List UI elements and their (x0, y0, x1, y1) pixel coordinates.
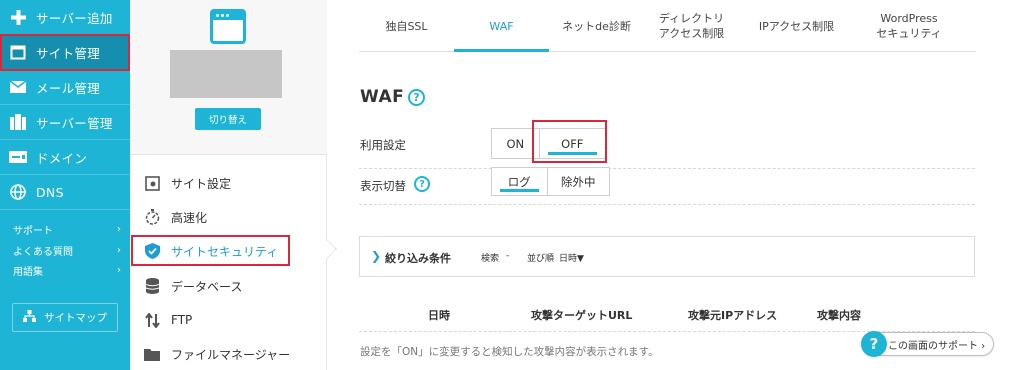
faq-link[interactable]: よくある質問 › (13, 241, 121, 259)
menu-label: データベース (171, 279, 243, 294)
sitemap-icon (23, 310, 36, 325)
site-preview-panel: 切り替え (130, 0, 327, 155)
search-value: - (506, 251, 510, 261)
menu-label: FTP (171, 313, 193, 327)
filter-panel[interactable]: ❯ 絞り込み条件 検索 - 並び順 日時▼ (359, 236, 975, 277)
nav-label: ドメイン (36, 150, 88, 166)
nav-item-add-server[interactable]: サーバー追加 (0, 0, 130, 35)
column-header-datetime: 日時 (428, 309, 450, 322)
tab-label: IPアクセス制限 (758, 19, 835, 33)
tab-label: 独自SSL (385, 19, 428, 33)
sitemap-label: サイトマップ (44, 312, 107, 324)
link-label: サポート (13, 225, 53, 237)
page-title: WAF (360, 87, 405, 107)
log-button[interactable]: ログ (492, 168, 548, 195)
plus-icon (0, 9, 36, 25)
usage-toggle: ON OFF (491, 128, 606, 159)
nav-item-site-management[interactable]: サイト管理 (0, 35, 130, 70)
menu-site-settings[interactable]: サイト設定 (144, 169, 324, 197)
link-label: 用語集 (13, 266, 43, 278)
nav-label: サーバー追加 (36, 10, 113, 26)
nav-label: メール管理 (36, 80, 101, 96)
chevron-right-icon: › (117, 244, 121, 256)
menu-label: サイト設定 (171, 176, 232, 191)
site-thumbnail (170, 50, 282, 98)
mail-icon (0, 81, 36, 93)
nav-item-mail-management[interactable]: メール管理 (0, 70, 130, 105)
sort-label: 並び順 (527, 254, 555, 264)
tab-wordpress-security[interactable]: WordPress セキュリティ (854, 0, 964, 52)
database-icon (144, 278, 160, 294)
tab-label-line2: アクセス制限 (658, 27, 725, 40)
tab-label-line2: セキュリティ (876, 27, 942, 40)
link-label: よくある質問 (13, 246, 73, 258)
help-icon[interactable]: ? (414, 176, 430, 192)
server-icon (0, 114, 36, 130)
stopwatch-icon (144, 209, 160, 225)
settings-icon (144, 175, 160, 191)
question-icon: ? (861, 331, 887, 357)
sitemap-button[interactable]: サイトマップ (12, 303, 118, 332)
chevron-right-icon: ❯ (371, 249, 382, 263)
column-header-source-ip: 攻撃元IPアドレス (688, 309, 778, 322)
shield-icon (144, 243, 160, 259)
tab-label-multiline: ディレクトリ アクセス制限 (659, 11, 724, 41)
help-icon[interactable]: ? (408, 89, 425, 106)
nav-item-dns[interactable]: DNS (0, 175, 130, 210)
tab-ip-access[interactable]: IPアクセス制限 (739, 0, 854, 52)
menu-site-security[interactable]: サイトセキュリティ (144, 237, 324, 265)
tab-waf[interactable]: WAF (454, 0, 549, 52)
tab-ssl[interactable]: 独自SSL (359, 0, 454, 52)
folder-icon (144, 347, 160, 361)
chevron-right-icon: › (117, 264, 121, 276)
transfer-icon (144, 312, 160, 328)
on-button[interactable]: ON (492, 129, 540, 158)
support-label: この画面のサポート › (888, 340, 986, 352)
sort-value: 日時▼ (559, 254, 584, 264)
divider (359, 204, 975, 205)
glossary-link[interactable]: 用語集 › (13, 261, 121, 279)
security-tabs: 独自SSL WAF ネットde診断 ディレクトリ アクセス制限 IPアクセス制限… (359, 0, 975, 52)
tab-label: WAF (489, 19, 514, 33)
off-button[interactable]: OFF (540, 129, 605, 158)
menu-ftp[interactable]: FTP (144, 306, 324, 334)
nav-label: サイト管理 (36, 45, 101, 61)
usage-setting-label: 利用設定 (360, 138, 406, 152)
site-window-icon (210, 9, 246, 44)
tab-label-line1: ディレクトリ (658, 12, 725, 25)
menu-label: サイトセキュリティ (171, 244, 279, 259)
nav-item-domain[interactable]: ドメイン (0, 140, 130, 175)
display-toggle: ログ 除外中 (491, 167, 610, 196)
menu-label: ファイルマネージャー (171, 347, 291, 362)
menu-database[interactable]: データベース (144, 272, 324, 300)
tab-net-de-shindan[interactable]: ネットde診断 (549, 0, 644, 52)
left-sidebar: サーバー追加 サイト管理 メール管理 サーバー管理 ドメイン DNS サポート … (0, 0, 130, 370)
tab-label-line1: WordPress (880, 12, 938, 25)
support-link[interactable]: サポート › (13, 220, 121, 238)
switch-site-button[interactable]: 切り替え (195, 108, 261, 130)
excluded-button[interactable]: 除外中 (548, 168, 609, 195)
tab-label: ネットde診断 (562, 19, 631, 33)
search-label: 検索 (481, 254, 500, 264)
domain-icon (0, 151, 36, 163)
window-icon (0, 45, 36, 60)
tab-label-multiline: WordPress セキュリティ (876, 11, 941, 41)
chevron-right-icon: › (117, 223, 121, 235)
column-header-target-url: 攻撃ターゲットURL (531, 309, 633, 322)
menu-label: 高速化 (171, 210, 208, 225)
site-submenu: 切り替え サイト設定 高速化 サイトセキュリティ データベース FTP ファイル… (130, 0, 327, 370)
empty-state-message: 設定を「ON」に変更すると検知した攻撃内容が表示されます。 (360, 346, 659, 358)
divider (359, 168, 975, 169)
tab-directory-access[interactable]: ディレクトリ アクセス制限 (644, 0, 739, 52)
nav-label: DNS (36, 184, 64, 200)
nav-label: サーバー管理 (36, 115, 113, 131)
filter-title: 絞り込み条件 (385, 252, 451, 265)
globe-icon (0, 184, 36, 200)
column-header-attack-content: 攻撃内容 (817, 309, 861, 322)
menu-file-manager[interactable]: ファイルマネージャー (144, 340, 324, 368)
display-switch-label: 表示切替 (360, 179, 406, 193)
nav-item-server-management[interactable]: サーバー管理 (0, 105, 130, 140)
menu-speedup[interactable]: 高速化 (144, 203, 324, 231)
